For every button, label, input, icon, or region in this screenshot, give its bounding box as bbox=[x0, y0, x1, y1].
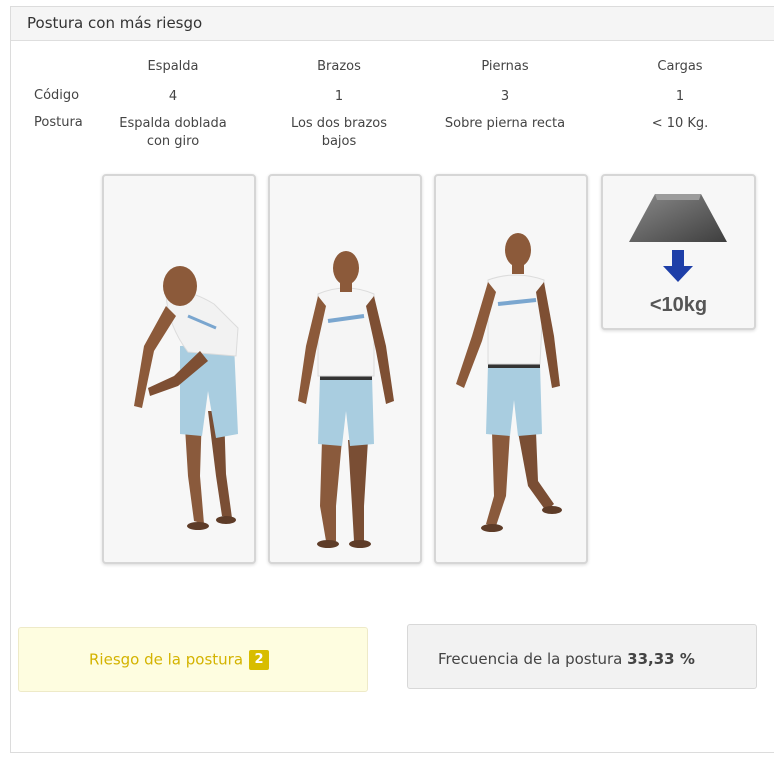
back-posture-card bbox=[102, 174, 256, 564]
panel-header: Postura con más riesgo bbox=[11, 7, 774, 41]
posture-risk-box: Riesgo de la postura 2 bbox=[18, 627, 368, 692]
risk-label: Riesgo de la postura bbox=[89, 650, 244, 669]
column-header-arms: Brazos bbox=[317, 59, 361, 74]
legs-posture-card bbox=[434, 174, 588, 564]
risk-label-row: Riesgo de la postura 2 bbox=[89, 650, 270, 670]
posture-arms: Los dos brazos bajos bbox=[290, 116, 388, 149]
posture-legs: Sobre pierna recta bbox=[444, 116, 566, 131]
frequency-label: Frecuencia de la postura bbox=[438, 650, 623, 668]
bent-twisted-figure bbox=[134, 266, 239, 530]
arms-posture-card bbox=[268, 174, 422, 564]
frequency-value: 33,33 % bbox=[627, 650, 695, 668]
frequency-row: Frecuencia de la postura 33,33 % bbox=[438, 650, 695, 668]
code-arms: 1 bbox=[334, 89, 344, 104]
posture-loads: < 10 Kg. bbox=[651, 116, 709, 131]
column-header-legs: Piernas bbox=[481, 59, 529, 74]
risk-level-badge: 2 bbox=[249, 650, 270, 670]
posture-back: Espalda doblada con giro bbox=[119, 116, 227, 149]
load-card: <10kg bbox=[601, 174, 756, 330]
posture-frequency-box: Frecuencia de la postura 33,33 % bbox=[407, 624, 757, 689]
column-header-loads: Cargas bbox=[657, 59, 703, 74]
arms-down-figure bbox=[298, 251, 394, 548]
row-label-code: Código bbox=[34, 88, 80, 103]
code-back: 4 bbox=[168, 89, 178, 104]
load-label: <10kg bbox=[649, 294, 708, 316]
column-header-back: Espalda bbox=[147, 59, 199, 74]
panel-title: Postura con más riesgo bbox=[27, 14, 203, 32]
row-label-posture: Postura bbox=[34, 115, 83, 130]
one-leg-straight-figure bbox=[456, 233, 562, 532]
code-loads: 1 bbox=[675, 89, 685, 104]
code-legs: 3 bbox=[500, 89, 510, 104]
